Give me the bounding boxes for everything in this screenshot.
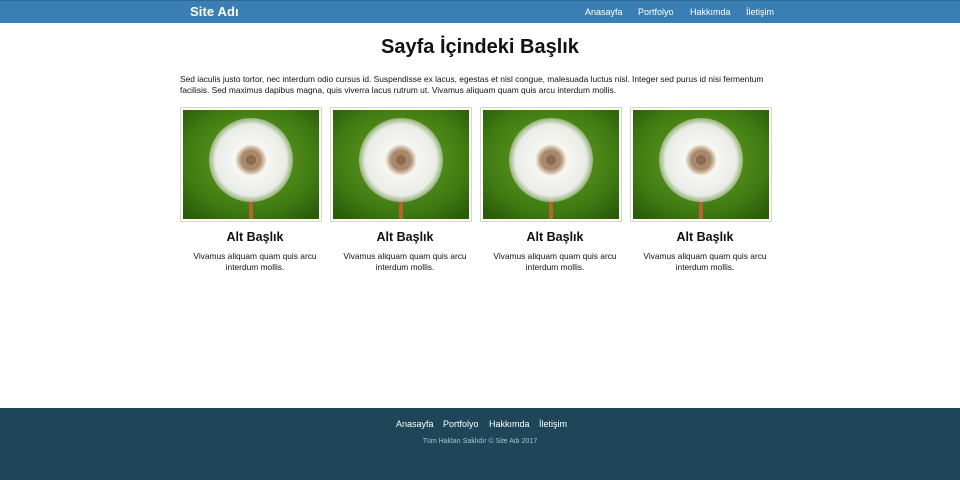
card-3-title: Alt Başlık xyxy=(526,230,584,244)
dandelion-photo xyxy=(633,110,769,219)
card-4-image xyxy=(630,107,772,222)
intro-paragraph: Sed iaculis justo tortor, nec interdum o… xyxy=(180,74,764,95)
copyright-text: Tüm Hakları Saklıdır © Site Adı 2017 xyxy=(422,438,538,445)
card-4-text: Vivamus aliquam quam quis arcu interdum … xyxy=(643,251,767,272)
top-nav-contact-link[interactable]: İletişim xyxy=(746,7,774,17)
top-nav-home-link[interactable]: Anasayfa xyxy=(585,7,623,17)
card-1-image xyxy=(180,107,322,222)
card-1-text: Vivamus aliquam quam quis arcu interdum … xyxy=(193,251,317,272)
card-2-title: Alt Başlık xyxy=(376,230,434,244)
card-2-image xyxy=(330,107,472,222)
footer-nav-home-link[interactable]: Anasayfa xyxy=(396,419,434,429)
card-3-image xyxy=(480,107,622,222)
top-nav-about-link[interactable]: Hakkımda xyxy=(690,7,731,17)
footer-nav-menu: Anasayfa Portfolyo Hakkımda İletişim xyxy=(0,419,960,433)
footer-nav-contact-link[interactable]: İletişim xyxy=(539,419,567,429)
top-nav-portfolio-link[interactable]: Portfolyo xyxy=(638,7,674,17)
dandelion-photo xyxy=(183,110,319,219)
card-1-title: Alt Başlık xyxy=(226,230,284,244)
card-3-text: Vivamus aliquam quam quis arcu interdum … xyxy=(493,251,617,272)
footer-nav-about-link[interactable]: Hakkımda xyxy=(489,419,530,429)
page-footer: Anasayfa Portfolyo Hakkımda İletişim Tüm… xyxy=(0,408,960,480)
card-2-text: Vivamus aliquam quam quis arcu interdum … xyxy=(343,251,467,272)
card-1: Alt Başlık Vivamus aliquam quam quis arc… xyxy=(180,107,322,272)
card-2: Alt Başlık Vivamus aliquam quam quis arc… xyxy=(330,107,472,272)
top-nav-menu: Anasayfa Portfolyo Hakkımda İletişim xyxy=(0,7,960,21)
card-3: Alt Başlık Vivamus aliquam quam quis arc… xyxy=(480,107,622,272)
dandelion-photo xyxy=(483,110,619,219)
card-4-title: Alt Başlık xyxy=(676,230,734,244)
top-navbar: Site Adı Anasayfa Portfolyo Hakkımda İle… xyxy=(0,0,960,23)
dandelion-photo xyxy=(333,110,469,219)
card-4: Alt Başlık Vivamus aliquam quam quis arc… xyxy=(630,107,772,272)
page-title: Sayfa İçindeki Başlık xyxy=(381,36,579,58)
footer-nav-portfolio-link[interactable]: Portfolyo xyxy=(443,419,479,429)
